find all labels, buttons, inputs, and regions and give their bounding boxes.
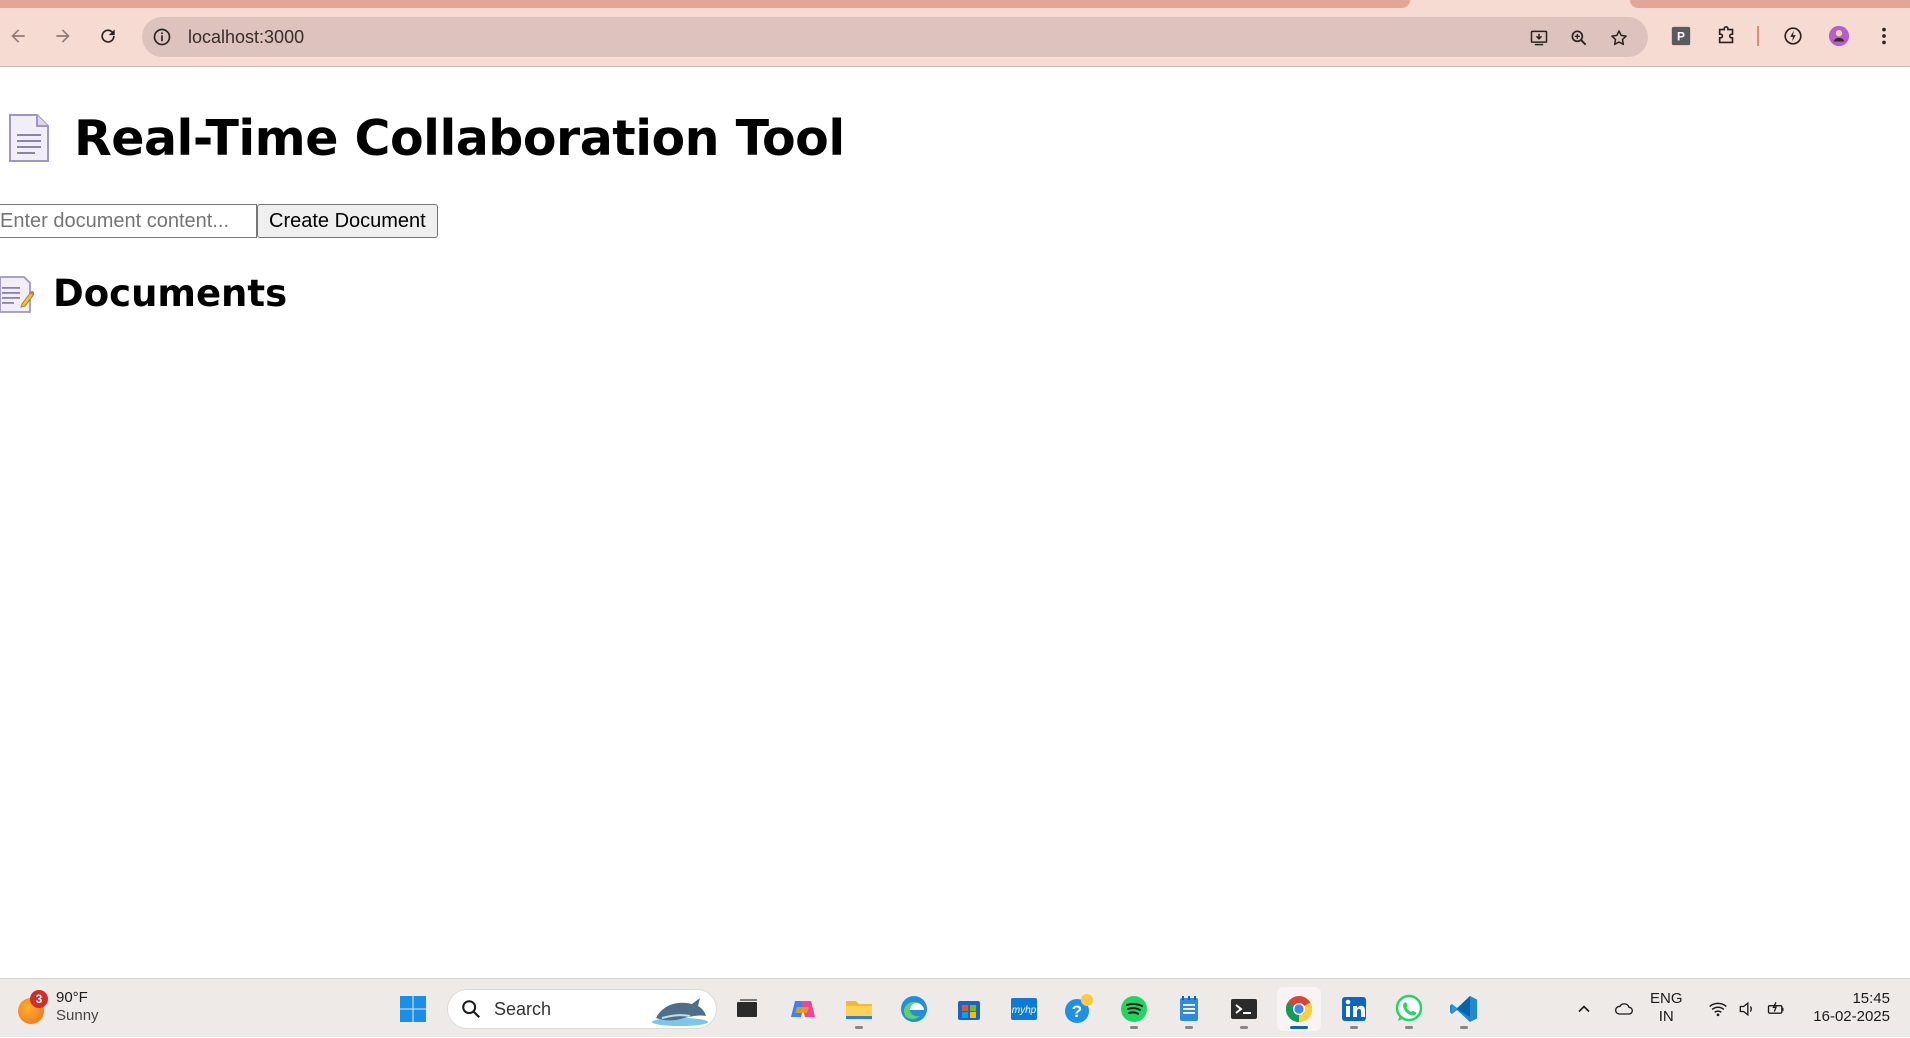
avatar-icon — [1828, 25, 1850, 47]
wifi-button[interactable] — [1706, 979, 1730, 1038]
clock-date: 16-02-2025 — [1813, 1008, 1890, 1025]
myhp-button[interactable]: myhp — [1002, 987, 1046, 1031]
cloud-icon — [1615, 1002, 1633, 1015]
toolbar-divider — [1757, 26, 1759, 46]
back-button[interactable] — [4, 22, 32, 50]
wifi-icon — [1709, 1002, 1727, 1016]
profile-button[interactable] — [1826, 23, 1852, 49]
page-title: Real-Time Collaboration Tool — [74, 109, 845, 167]
search-label: Search — [494, 998, 552, 1019]
myhp-icon: myhp — [1011, 998, 1037, 1020]
chrome-menu-button[interactable] — [1871, 23, 1897, 49]
browser-chrome: localhost:3000 P — [0, 0, 1910, 67]
svg-text:P: P — [1677, 30, 1685, 44]
zoom-button[interactable] — [1567, 26, 1591, 50]
title-row: Real-Time Collaboration Tool — [0, 108, 845, 168]
terminal-button[interactable] — [1222, 987, 1266, 1031]
help-icon: ? — [1065, 994, 1093, 1023]
linkedin-icon — [1342, 997, 1366, 1021]
arrow-right-icon — [56, 29, 70, 43]
svg-text:?: ? — [1072, 1002, 1082, 1021]
taskbar-search[interactable]: Search — [447, 989, 717, 1029]
folder-icon — [846, 1001, 872, 1019]
language-indicator[interactable]: ENG IN — [1650, 990, 1683, 1026]
battery-button[interactable] — [1764, 979, 1788, 1038]
extension-p-button[interactable]: P — [1668, 23, 1694, 49]
dolphin-icon — [652, 998, 708, 1026]
search-icon — [462, 1000, 481, 1019]
file-explorer-button[interactable] — [837, 987, 881, 1031]
clock-time: 15:45 — [1852, 990, 1890, 1007]
spotify-button[interactable] — [1112, 987, 1156, 1031]
forward-button[interactable] — [49, 22, 77, 50]
sun-icon: 3 — [16, 990, 48, 1024]
install-icon — [1530, 30, 1548, 46]
get-help-button[interactable]: ? — [1057, 987, 1101, 1031]
create-document-button[interactable]: Create Document — [257, 204, 438, 238]
windows-taskbar: 3 90°F Sunny Search myhp ? ENG IN 15:45 … — [0, 978, 1910, 1037]
zoom-icon — [1571, 30, 1587, 46]
weather-widget[interactable]: 3 90°F Sunny — [16, 989, 99, 1025]
weather-temperature: 90°F — [56, 989, 88, 1006]
battery-charging-icon — [1767, 1001, 1784, 1014]
language-region: IN — [1658, 1008, 1674, 1025]
whatsapp-button[interactable] — [1387, 987, 1431, 1031]
copilot-button[interactable] — [781, 987, 825, 1031]
memo-icon — [0, 273, 34, 315]
chrome-icon — [1285, 996, 1313, 1023]
extensions-button[interactable] — [1714, 23, 1740, 49]
notepad-button[interactable] — [1167, 987, 1211, 1031]
puzzle-icon — [1718, 26, 1734, 44]
tab-strip-right — [1630, 0, 1910, 8]
vscode-button[interactable] — [1442, 987, 1486, 1031]
onedrive-button[interactable] — [1610, 979, 1638, 1038]
show-hidden-icons-button[interactable] — [1572, 979, 1596, 1038]
svg-text:myhp: myhp — [1012, 1005, 1037, 1016]
p-extension-icon: P — [1671, 26, 1691, 46]
install-app-button[interactable] — [1527, 26, 1551, 50]
linkedin-button[interactable] — [1332, 987, 1376, 1031]
edge-button[interactable] — [892, 987, 936, 1031]
reload-icon — [101, 29, 115, 43]
store-button[interactable] — [947, 987, 991, 1031]
weather-badge: 3 — [30, 990, 48, 1008]
performance-button[interactable] — [1780, 23, 1806, 49]
taskbar-clock[interactable]: 15:45 16-02-2025 — [1800, 990, 1890, 1026]
edge-icon — [901, 996, 927, 1022]
vscode-icon — [1450, 996, 1477, 1022]
windows-logo-icon — [400, 996, 426, 1022]
star-icon — [1611, 30, 1627, 46]
reload-button[interactable] — [94, 22, 122, 50]
speedometer-icon — [1784, 27, 1802, 45]
start-button[interactable] — [391, 987, 435, 1031]
create-document-form: Create Document — [0, 204, 438, 238]
bookmark-button[interactable] — [1607, 26, 1631, 50]
store-icon — [958, 1001, 980, 1020]
site-info-icon[interactable] — [152, 27, 172, 47]
chevron-up-icon — [1578, 1004, 1590, 1012]
terminal-icon — [1231, 999, 1257, 1019]
volume-button[interactable] — [1735, 979, 1759, 1038]
language-code: ENG — [1650, 990, 1683, 1007]
documents-header: Documents — [0, 272, 287, 315]
task-view-icon — [737, 999, 757, 1017]
spotify-icon — [1121, 996, 1147, 1022]
copilot-icon — [791, 1001, 815, 1017]
page-facing-up-icon — [4, 110, 54, 166]
url-text[interactable]: localhost:3000 — [188, 27, 304, 48]
weather-condition: Sunny — [56, 1007, 99, 1024]
kebab-menu-icon — [1882, 27, 1886, 45]
task-view-button[interactable] — [725, 987, 769, 1031]
address-bar[interactable]: localhost:3000 — [142, 17, 1648, 57]
whatsapp-icon — [1395, 994, 1423, 1022]
document-content-input[interactable] — [0, 204, 257, 238]
documents-heading: Documents — [53, 272, 288, 315]
speaker-icon — [1739, 1001, 1752, 1016]
page-content: Real-Time Collaboration Tool Create Docu… — [0, 68, 1910, 978]
notepad-icon — [1180, 996, 1198, 1021]
chrome-button[interactable] — [1277, 987, 1321, 1031]
tab-strip — [0, 0, 1410, 8]
arrow-left-icon — [11, 29, 25, 43]
